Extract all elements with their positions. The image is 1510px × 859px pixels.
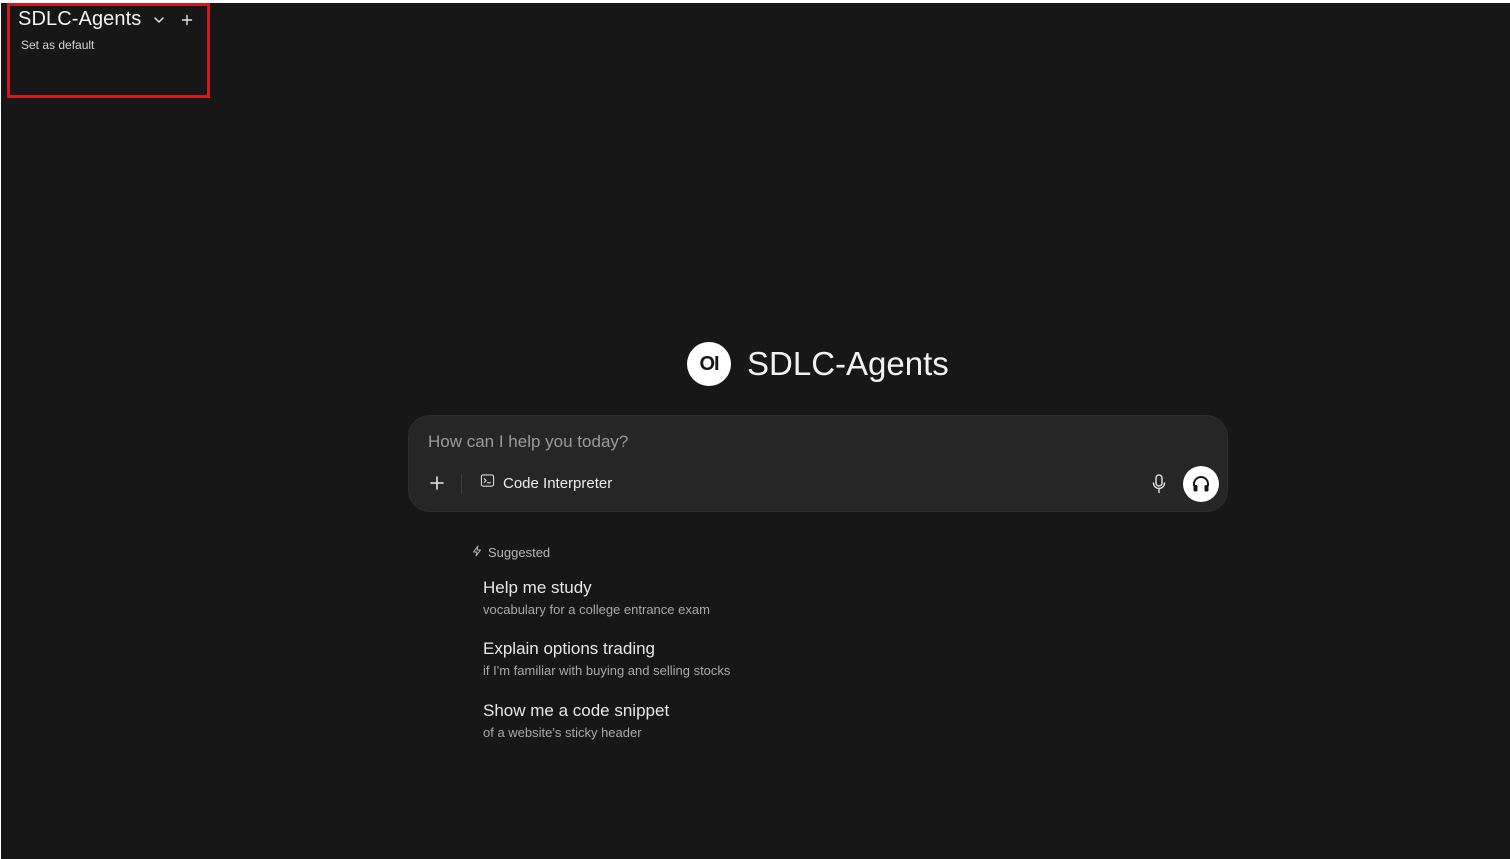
plus-icon	[430, 476, 444, 490]
suggestion-item[interactable]: Show me a code snippet of a website's st…	[483, 701, 903, 740]
hero: OI SDLC-Agents	[687, 342, 949, 386]
microphone-icon	[1152, 474, 1166, 494]
hero-title: SDLC-Agents	[747, 345, 949, 382]
terminal-icon	[480, 473, 495, 493]
voice-input-button[interactable]	[1147, 471, 1171, 497]
attach-button[interactable]	[425, 471, 449, 495]
suggestion-title: Show me a code snippet	[483, 701, 670, 720]
suggestion-subtitle: of a website's sticky header	[483, 725, 642, 740]
suggestion-subtitle: vocabulary for a college entrance exam	[483, 602, 710, 617]
headphones-icon	[1193, 476, 1209, 492]
suggestion-title: Help me study	[483, 578, 592, 597]
prompt-input[interactable]	[428, 430, 1188, 454]
code-interpreter-toggle[interactable]: Code Interpreter	[480, 472, 612, 494]
code-interpreter-label: Code Interpreter	[503, 474, 613, 492]
toolbar-divider	[461, 474, 462, 494]
suggested-heading: Suggested	[471, 545, 550, 560]
suggestion-subtitle: if I'm familiar with buying and selling …	[483, 663, 731, 678]
suggestion-item[interactable]: Help me study vocabulary for a college e…	[483, 578, 903, 617]
annotation-highlight-box	[7, 3, 210, 98]
suggestion-title: Explain options trading	[483, 639, 656, 658]
voice-mode-button[interactable]	[1183, 466, 1219, 502]
lightning-icon	[471, 545, 483, 560]
app-logo: OI	[687, 342, 731, 386]
suggested-label: Suggested	[488, 545, 551, 560]
suggestion-item[interactable]: Explain options trading if I'm familiar …	[483, 639, 903, 678]
message-composer: Code Interpreter	[408, 415, 1228, 512]
